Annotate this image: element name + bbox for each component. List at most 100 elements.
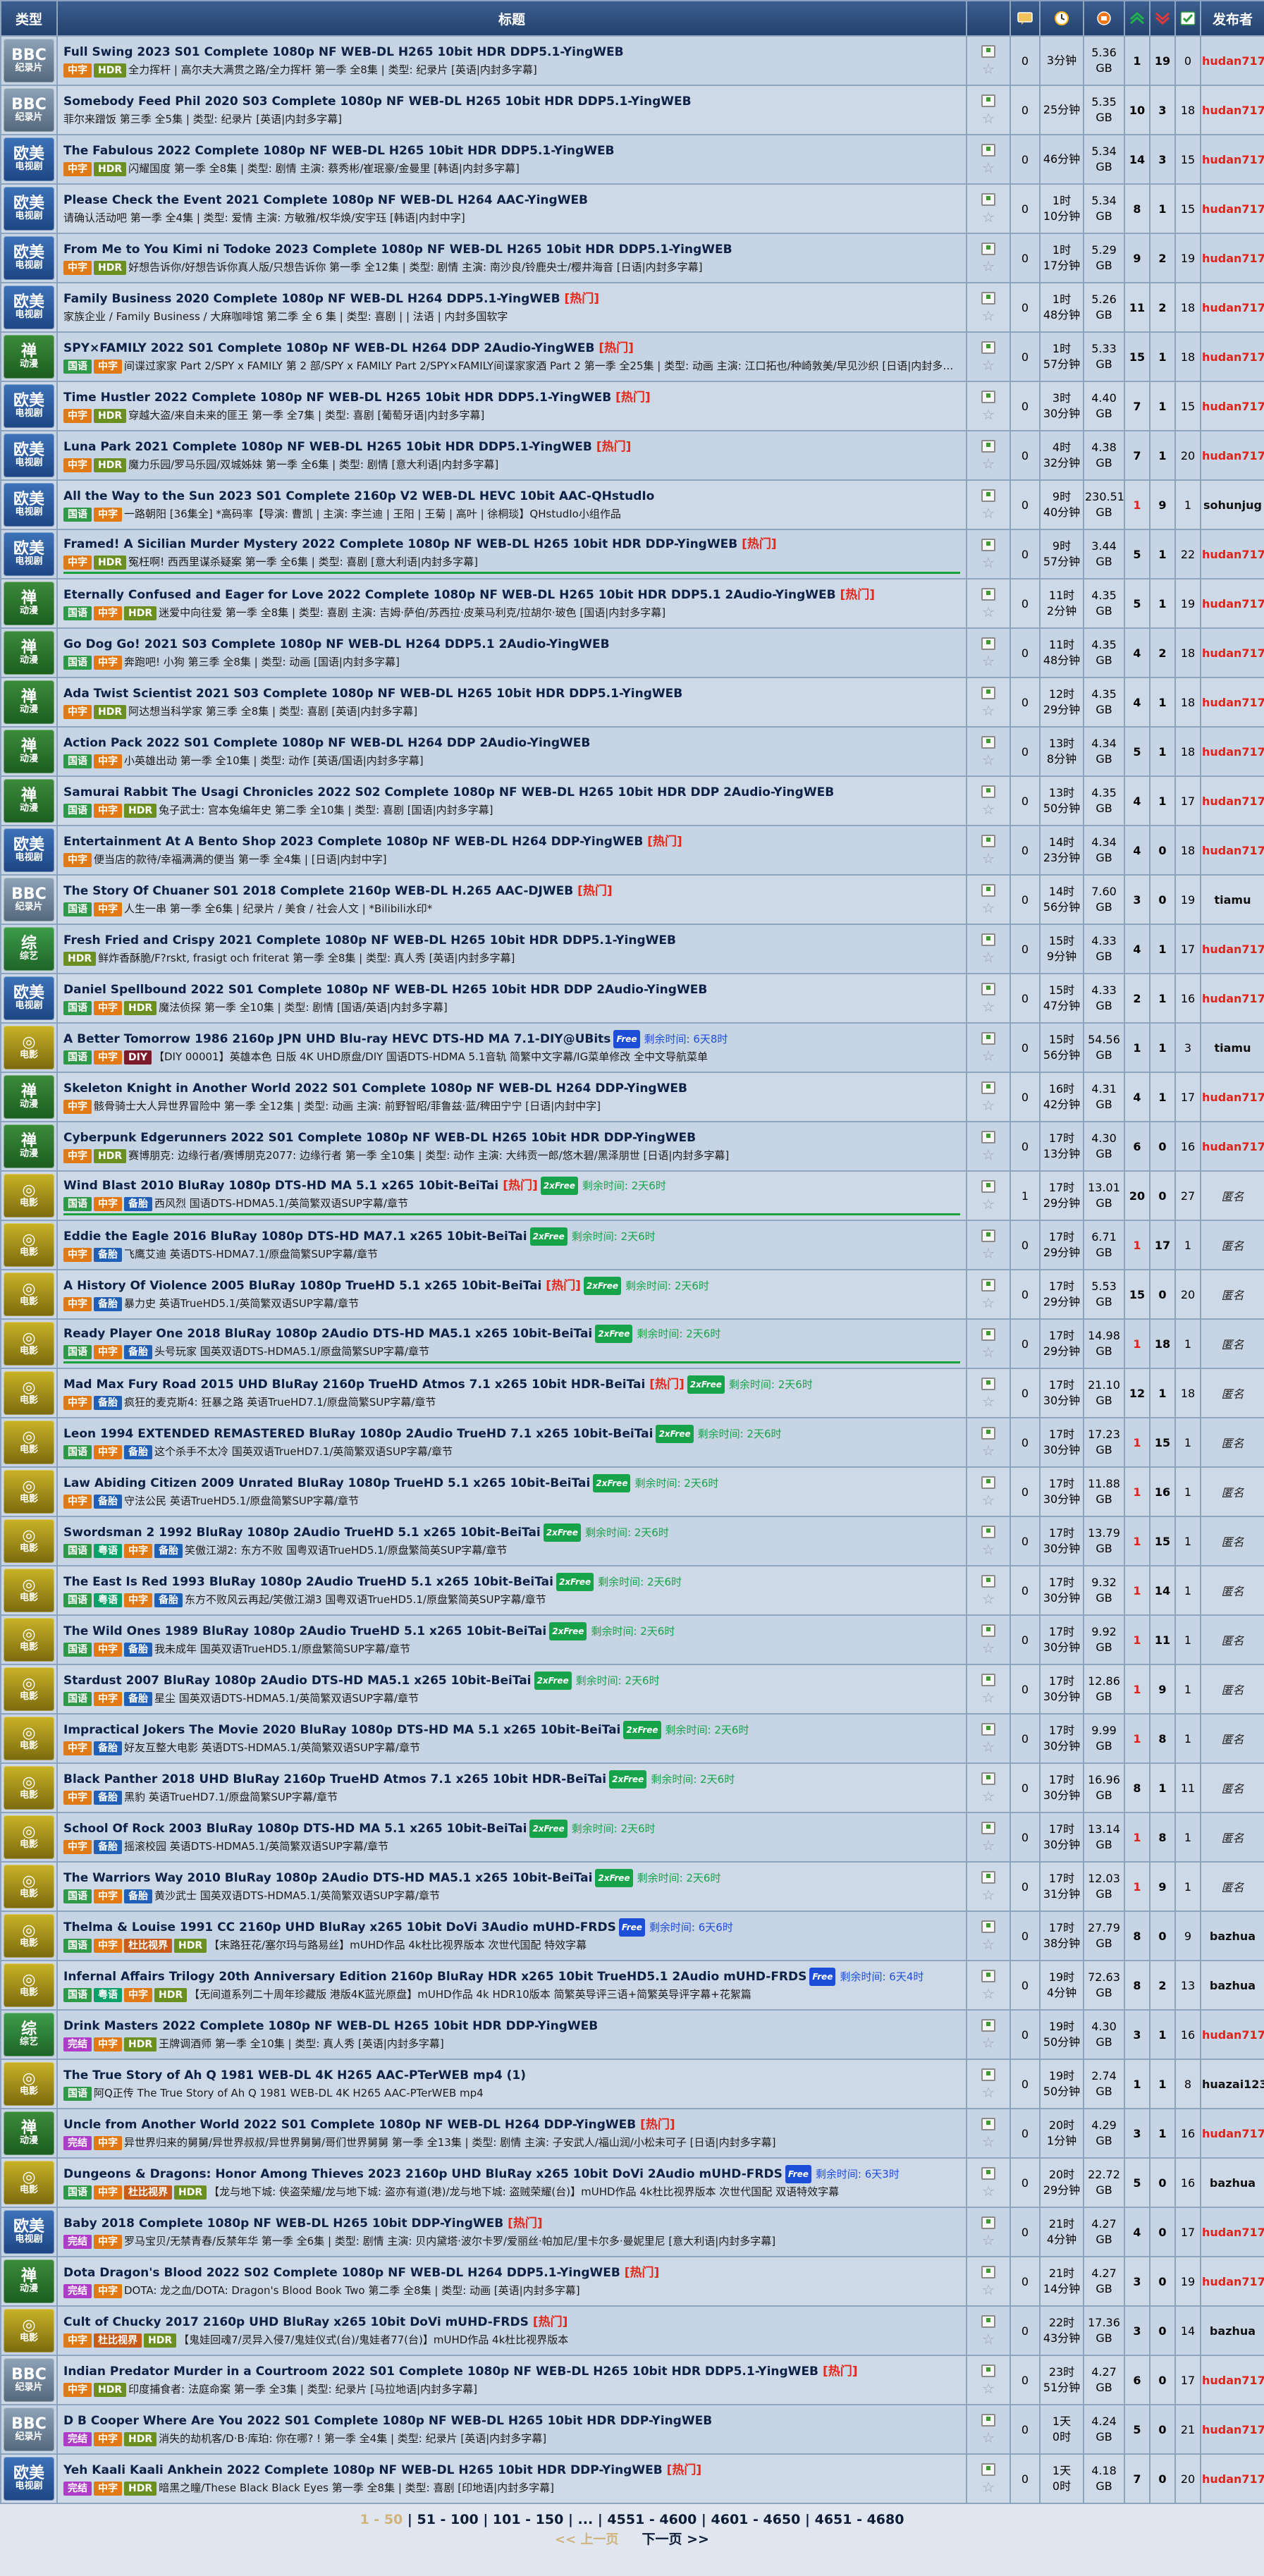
uploader-name[interactable]: hudan717 <box>1200 775 1264 826</box>
comments-count[interactable]: 0 <box>1010 1812 1041 1863</box>
leechers-count[interactable]: 1 <box>1149 775 1176 826</box>
comments-count[interactable]: 0 <box>1010 1072 1041 1122</box>
download-icon[interactable] <box>981 440 995 453</box>
category-icon[interactable]: ◎ 电影 <box>4 1223 54 1267</box>
torrent-title-link[interactable]: Leon 1994 EXTENDED REMASTERED BluRay 108… <box>63 1427 653 1441</box>
completed-count[interactable]: 9 <box>1174 1910 1201 1961</box>
leechers-count[interactable]: 0 <box>1149 2305 1176 2356</box>
category-cell[interactable]: 禅动漫 <box>0 627 58 678</box>
comments-count[interactable]: 0 <box>1010 677 1041 728</box>
category-icon[interactable]: ◎ 电影 <box>4 1519 54 1563</box>
download-icon[interactable] <box>981 193 995 206</box>
seeders-count[interactable]: 2 <box>1124 973 1151 1024</box>
torrent-title-link[interactable]: A History Of Violence 2005 BluRay 1080p … <box>63 1279 541 1293</box>
seeders-count[interactable]: 6 <box>1124 1121 1151 1172</box>
category-icon[interactable]: 欧美 电视剧 <box>4 384 54 428</box>
leechers-count[interactable]: 8 <box>1149 1812 1176 1863</box>
seeders-count[interactable]: 1 <box>1124 1565 1151 1616</box>
torrent-title-link[interactable]: Cult of Chucky 2017 2160p UHD BluRay x26… <box>63 2315 529 2329</box>
bookmark-star-icon[interactable]: ☆ <box>982 407 995 422</box>
download-icon[interactable] <box>981 1131 995 1143</box>
comments-count[interactable]: 0 <box>1010 381 1041 431</box>
category-cell[interactable]: 禅动漫 <box>0 2256 58 2307</box>
download-icon[interactable] <box>981 1674 995 1686</box>
download-icon[interactable] <box>981 1032 995 1045</box>
completed-count[interactable]: 1 <box>1174 1318 1201 1369</box>
leechers-count[interactable]: 2 <box>1149 282 1176 333</box>
uploader-name[interactable]: 匿名 <box>1200 1565 1264 1616</box>
category-icon[interactable]: 禅动漫 <box>4 730 54 773</box>
category-cell[interactable]: 欧美 电视剧 <box>0 479 58 530</box>
seeders-count[interactable]: 12 <box>1124 1368 1151 1418</box>
category-icon[interactable]: 欧美 电视剧 <box>4 236 54 280</box>
uploader-name[interactable]: hudan717 <box>1200 825 1264 876</box>
seeders-count[interactable]: 3 <box>1124 2009 1151 2060</box>
download-icon[interactable] <box>981 144 995 157</box>
uploader-name[interactable]: hudan717 <box>1200 973 1264 1024</box>
bookmark-star-icon[interactable]: ☆ <box>982 1740 995 1754</box>
page-link-4601[interactable]: 4601 - 4650 <box>711 2512 801 2527</box>
uploader-name[interactable]: 匿名 <box>1200 1516 1264 1566</box>
torrent-title-link[interactable]: Family Business 2020 Complete 1080p NF W… <box>63 292 560 306</box>
bookmark-star-icon[interactable]: ☆ <box>982 259 995 274</box>
seeders-count[interactable]: 3 <box>1124 2108 1151 2159</box>
category-icon[interactable]: 禅动漫 <box>4 582 54 625</box>
category-cell[interactable]: 欧美 电视剧 <box>0 233 58 283</box>
uploader-name[interactable]: tiamu <box>1200 1022 1264 1073</box>
torrent-title-link[interactable]: Action Pack 2022 S01 Complete 1080p NF W… <box>63 736 590 750</box>
completed-count[interactable]: 22 <box>1174 529 1201 579</box>
download-icon[interactable] <box>981 539 995 551</box>
category-cell[interactable]: ◎ 电影 <box>0 1614 58 1665</box>
leechers-count[interactable]: 1 <box>1149 677 1176 728</box>
torrent-title-link[interactable]: The Wild Ones 1989 BluRay 1080p 2Audio T… <box>63 1624 546 1638</box>
category-cell[interactable]: 禅动漫 <box>0 2108 58 2159</box>
category-cell[interactable]: ◎ 电影 <box>0 1170 58 1221</box>
completed-count[interactable]: 20 <box>1174 1269 1201 1320</box>
category-icon[interactable]: BBC 纪录片 <box>4 878 54 921</box>
category-cell[interactable]: ◎ 电影 <box>0 2305 58 2356</box>
category-cell[interactable]: 欧美 电视剧 <box>0 282 58 333</box>
leechers-count[interactable]: 2 <box>1149 233 1176 283</box>
bookmark-star-icon[interactable]: ☆ <box>982 506 995 520</box>
download-icon[interactable] <box>981 2068 995 2081</box>
uploader-name[interactable]: hudan717 <box>1200 1072 1264 1122</box>
uploader-name[interactable]: 匿名 <box>1200 1664 1264 1715</box>
uploader-name[interactable]: 匿名 <box>1200 1318 1264 1369</box>
leechers-count[interactable]: 1 <box>1149 2108 1176 2159</box>
seeders-count[interactable]: 11 <box>1124 282 1151 333</box>
seeders-count[interactable]: 4 <box>1124 825 1151 876</box>
uploader-name[interactable]: hudan717 <box>1200 2009 1264 2060</box>
comments-count[interactable]: 0 <box>1010 1960 1041 2011</box>
category-icon[interactable]: 欧美 电视剧 <box>4 2457 54 2501</box>
bookmark-star-icon[interactable]: ☆ <box>982 1394 995 1409</box>
category-icon[interactable]: ◎ 电影 <box>4 1569 54 1612</box>
seeders-count[interactable]: 10 <box>1124 85 1151 135</box>
torrent-title-link[interactable]: The Warriors Way 2010 BluRay 1080p 2Audi… <box>63 1871 592 1885</box>
category-cell[interactable]: ◎ 电影 <box>0 1269 58 1320</box>
torrent-title-link[interactable]: Please Check the Event 2021 Complete 108… <box>63 193 588 207</box>
torrent-title-link[interactable]: Daniel Spellbound 2022 S01 Complete 1080… <box>63 983 707 997</box>
category-cell[interactable]: 欧美 电视剧 <box>0 381 58 431</box>
uploader-name[interactable]: hudan717 <box>1200 233 1264 283</box>
uploader-name[interactable]: hudan717 <box>1200 2355 1264 2405</box>
bookmark-star-icon[interactable]: ☆ <box>982 1888 995 1902</box>
bookmark-star-icon[interactable]: ☆ <box>982 1937 995 1951</box>
completed-count[interactable]: 18 <box>1174 282 1201 333</box>
torrent-title-link[interactable]: Drink Masters 2022 Complete 1080p NF WEB… <box>63 2019 598 2033</box>
bookmark-star-icon[interactable]: ☆ <box>982 2036 995 2050</box>
comments-count[interactable]: 0 <box>1010 1664 1041 1715</box>
category-icon[interactable]: ◎ 电影 <box>4 1371 54 1415</box>
seeders-count[interactable]: 1 <box>1124 1861 1151 1912</box>
leechers-count[interactable]: 0 <box>1149 2453 1176 2504</box>
download-icon[interactable] <box>981 1723 995 1736</box>
download-icon[interactable] <box>981 243 995 255</box>
completed-count[interactable]: 16 <box>1174 2157 1201 2208</box>
seeders-count[interactable]: 1 <box>1124 1812 1151 1863</box>
seeders-count[interactable]: 15 <box>1124 1269 1151 1320</box>
comments-count[interactable]: 0 <box>1010 331 1041 382</box>
leechers-count[interactable]: 0 <box>1149 1121 1176 1172</box>
comments-count[interactable]: 0 <box>1010 1368 1041 1418</box>
download-icon[interactable] <box>981 2167 995 2180</box>
category-cell[interactable]: 综综艺 <box>0 924 58 974</box>
uploader-name[interactable]: hudan717 <box>1200 85 1264 135</box>
